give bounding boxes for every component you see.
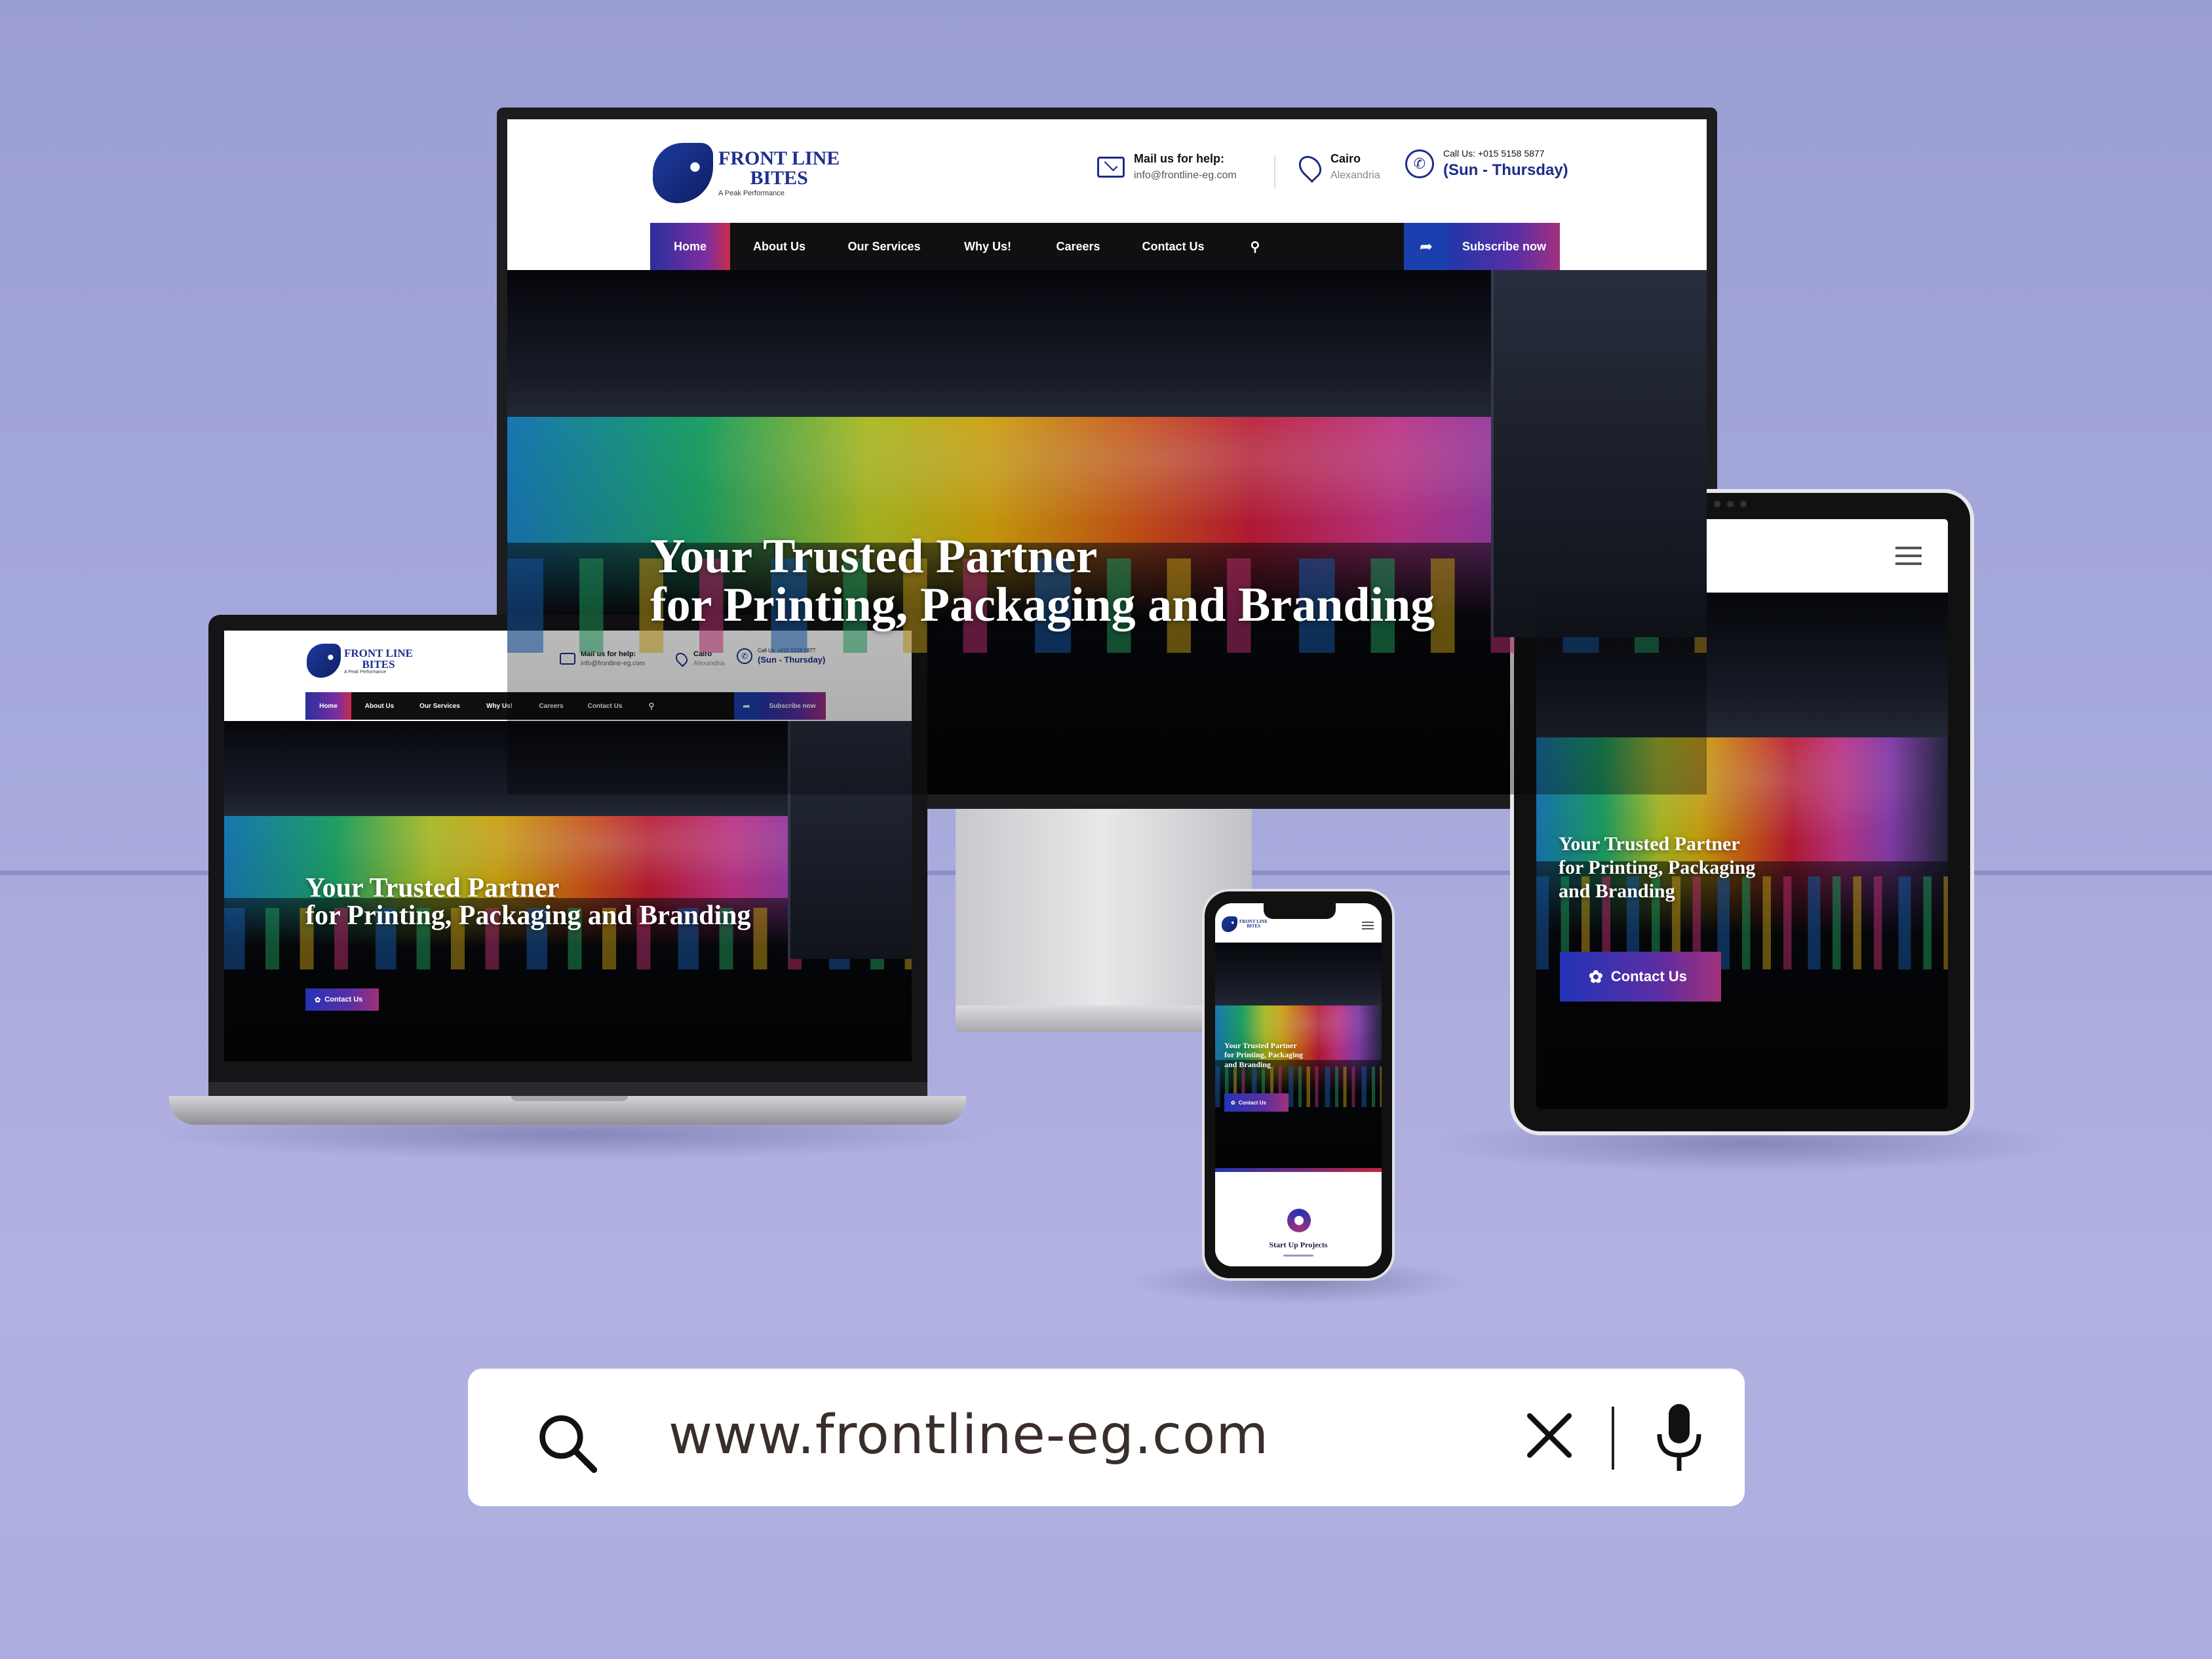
eagle-logo-icon <box>1222 916 1237 932</box>
mail-value: info@frontline-eg.com <box>1134 170 1237 181</box>
laptop-notch <box>511 1096 628 1101</box>
desktop-screen: FRONT LINE BITES A Peak Performance Mail… <box>507 119 1707 794</box>
hamburger-menu-icon[interactable] <box>1895 547 1922 565</box>
tablet-title-line1: Your Trusted Partner <box>1224 1041 1297 1050</box>
brand-name-line2: BITES <box>1247 924 1260 929</box>
contact-us-label: Contact Us <box>1610 968 1687 985</box>
site-header: FRONT LINE BITES A Peak Performance Mail… <box>507 119 1707 270</box>
brand-tagline: A Peak Performance <box>344 669 387 674</box>
tablet-title-line3: and Branding <box>1559 880 1675 902</box>
hours-label: (Sun - Thursday) <box>1443 161 1568 179</box>
city-label: Cairo <box>1330 152 1361 165</box>
search-icon[interactable]: ⚲ <box>1226 223 1285 270</box>
laptop-logo[interactable]: FRONT LINE BITES A Peak Performance <box>307 644 413 678</box>
hero-title-line1: Your Trusted Partner <box>650 530 1098 583</box>
phone-notch <box>1264 903 1336 919</box>
gear-icon: ✿ <box>315 996 321 1004</box>
phone-logo[interactable]: FRONT LINE BITES <box>1222 916 1268 932</box>
mail-contact[interactable]: Mail us for help: info@frontline-eg.com <box>1097 152 1237 182</box>
tablet-title-line3: and Branding <box>1224 1059 1271 1069</box>
url-input[interactable]: www.frontline-eg.com <box>669 1404 1269 1466</box>
tablet-screen: FRONT LINE BITES A Peak Performance Your… <box>1536 519 1948 1109</box>
header-divider <box>1274 155 1275 188</box>
gear-icon: ✿ <box>1231 1099 1235 1106</box>
brand-tagline: A Peak Performance <box>718 189 785 197</box>
laptop-hinge <box>208 1082 927 1097</box>
gear-badge-icon <box>1287 1209 1311 1232</box>
close-icon[interactable] <box>1523 1409 1576 1462</box>
logo[interactable]: FRONT LINE BITES A Peak Performance <box>653 143 840 203</box>
nav-contact[interactable]: Contact Us <box>1121 223 1226 270</box>
phone-contact[interactable]: ✆ Call Us: +015 5158 5877 (Sun - Thursda… <box>1405 148 1568 180</box>
card-underline <box>1283 1255 1313 1257</box>
nav-services[interactable]: Our Services <box>408 692 472 720</box>
nav-careers[interactable]: Careers <box>1036 223 1121 270</box>
hamburger-menu-icon[interactable] <box>1362 922 1374 929</box>
main-navbar: Home About Us Our Services Why Us! Caree… <box>650 223 1560 270</box>
contact-us-label: Contact Us <box>1238 1099 1266 1106</box>
mail-label: Mail us for help: <box>1134 152 1225 165</box>
phone-icon: ✆ <box>1405 149 1434 178</box>
contact-us-button[interactable]: ✿ Contact Us <box>1560 952 1721 1002</box>
laptop-hero-title: Your Trusted Partner for Printing, Packa… <box>305 874 751 929</box>
tablet-camera <box>1711 501 1750 509</box>
nav-services[interactable]: Our Services <box>828 223 940 270</box>
desktop-monitor: FRONT LINE BITES A Peak Performance Mail… <box>497 107 1717 809</box>
subscribe-button[interactable]: Subscribe now <box>1448 223 1560 270</box>
search-bar[interactable]: www.frontline-eg.com <box>468 1369 1745 1506</box>
brand-name-line2: BITES <box>750 167 808 189</box>
hero-title-line1: Your Trusted Partner <box>305 873 560 903</box>
search-icon[interactable] <box>536 1412 599 1475</box>
gear-icon: ✿ <box>1589 966 1603 986</box>
eagle-logo-icon <box>307 644 341 678</box>
nav-about[interactable]: About Us <box>730 223 828 270</box>
brand-name-line1: FRONT LINE <box>718 147 840 169</box>
location-contact: Cairo Alexandria <box>1294 151 1380 183</box>
nav-why-us[interactable]: Why Us! <box>940 223 1036 270</box>
contact-us-label: Contact Us <box>324 996 363 1004</box>
nav-home[interactable]: Home <box>650 223 730 270</box>
brand-name-line1: FRONT LINE <box>344 646 414 659</box>
startup-projects-label: Start Up Projects <box>1269 1240 1328 1249</box>
contact-us-button[interactable]: ✿ Contact Us <box>305 988 379 1011</box>
hero-title-line2: for Printing, Packaging and Branding <box>305 901 751 931</box>
brand-name-line2: BITES <box>362 657 395 671</box>
phone-screen: FRONT LINE BITES Your Trusted Partner fo… <box>1215 903 1382 1266</box>
mail-icon <box>1097 156 1125 178</box>
call-label: Call Us: +015 5158 5877 <box>1443 148 1545 159</box>
microphone-icon[interactable] <box>1654 1401 1704 1475</box>
nav-home[interactable]: Home <box>305 692 351 720</box>
eagle-logo-icon <box>653 143 713 203</box>
nav-about[interactable]: About Us <box>351 692 408 720</box>
hero-title: Your Trusted Partner for Printing, Packa… <box>650 532 1435 629</box>
tablet-title-line1: Your Trusted Partner <box>1559 833 1740 855</box>
city-sub: Alexandria <box>1330 170 1380 181</box>
tablet-title-line2: for Printing, Packaging <box>1224 1050 1304 1060</box>
hero-title-line2: for Printing, Packaging and Branding <box>650 578 1435 632</box>
tablet-hero-title: Your Trusted Partner for Printing, Packa… <box>1559 832 1755 903</box>
location-pin-icon <box>1294 151 1327 183</box>
contact-us-button[interactable]: ✿ Contact Us <box>1224 1093 1289 1112</box>
phone: FRONT LINE BITES Your Trusted Partner fo… <box>1202 889 1395 1281</box>
startup-projects-card[interactable]: Start Up Projects <box>1215 1172 1382 1266</box>
phone-hero-title: Your Trusted Partner for Printing, Packa… <box>1224 1041 1303 1069</box>
share-arrow-icon[interactable]: ➦ <box>1404 223 1448 270</box>
tablet-title-line2: for Printing, Packaging <box>1559 857 1756 878</box>
search-divider <box>1612 1407 1614 1470</box>
